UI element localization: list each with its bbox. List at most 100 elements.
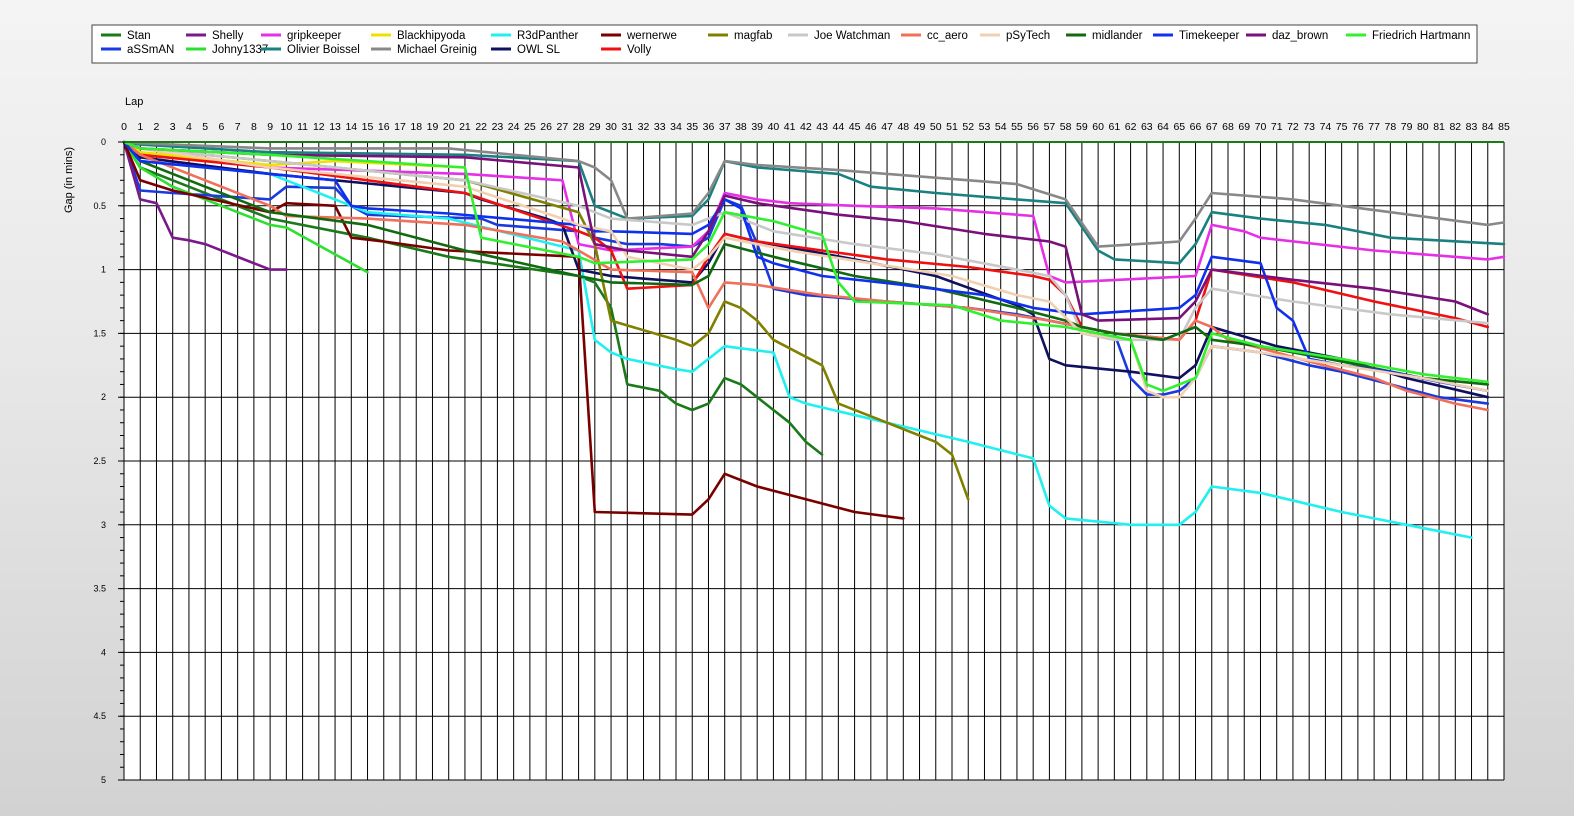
x-tick-label: 67: [1206, 121, 1218, 133]
x-tick-label: 3: [170, 121, 176, 133]
x-tick-label: 22: [475, 121, 487, 133]
x-tick-label: 73: [1303, 121, 1315, 133]
y-tick-label: 0.5: [93, 201, 106, 211]
x-tick-label: 83: [1466, 121, 1478, 133]
x-tick-label: 20: [443, 121, 455, 133]
x-tick-label: 69: [1238, 121, 1250, 133]
x-tick-label: 49: [914, 121, 926, 133]
legend-label: Timekeeper: [1179, 30, 1239, 42]
x-tick-label: 1: [137, 121, 143, 133]
x-tick-label: 9: [267, 121, 273, 133]
x-tick-label: 66: [1190, 121, 1202, 133]
legend-label: Johny1337: [212, 44, 268, 56]
x-tick-label: 32: [638, 121, 650, 133]
x-tick-label: 80: [1417, 121, 1429, 133]
x-tick-label: 70: [1255, 121, 1267, 133]
legend-label: OWL SL: [517, 44, 561, 56]
x-tick-label: 2: [154, 121, 160, 133]
lap-gap-chart: Stan aSSmAN Shelly Johny1337 gripkeeper Olivi…: [63, 24, 1510, 785]
legend-label: daz_brown: [1272, 30, 1328, 42]
y-tick-label: 5: [101, 775, 106, 785]
x-tick-label: 0: [121, 121, 127, 133]
x-tick-label: 12: [313, 121, 325, 133]
x-tick-label: 46: [865, 121, 877, 133]
x-tick-label: 13: [329, 121, 341, 133]
x-tick-label: 81: [1433, 121, 1445, 133]
x-tick-label: 68: [1222, 121, 1234, 133]
x-tick-label: 37: [719, 121, 731, 133]
x-tick-label: 29: [589, 121, 601, 133]
legend-label: Michael Greinig: [397, 44, 477, 56]
x-tick-label: 55: [1011, 121, 1023, 133]
x-tick-label: 23: [492, 121, 504, 133]
x-tick-label: 78: [1385, 121, 1397, 133]
x-tick-label: 16: [378, 121, 390, 133]
x-tick-label: 24: [508, 121, 520, 133]
x-tick-label: 18: [410, 121, 422, 133]
x-tick-label: 60: [1092, 121, 1104, 133]
x-tick-label: 59: [1076, 121, 1088, 133]
legend-label: Friedrich Hartmann: [1372, 30, 1470, 42]
x-tick-label: 85: [1498, 121, 1510, 133]
y-tick-label: 4: [101, 647, 106, 657]
legend-label: Joe Watchman: [814, 30, 890, 42]
y-tick-label: 0: [101, 137, 106, 147]
legend-label: Volly: [627, 44, 652, 56]
x-tick-label: 36: [703, 121, 715, 133]
x-tick-label: 21: [459, 121, 471, 133]
x-tick-label: 54: [995, 121, 1007, 133]
legend-label: Olivier Boissel: [287, 44, 360, 56]
x-tick-label: 42: [800, 121, 812, 133]
x-tick-label: 65: [1173, 121, 1185, 133]
x-tick-label: 34: [670, 121, 682, 133]
x-tick-label: 40: [768, 121, 780, 133]
x-tick-label: 39: [751, 121, 763, 133]
y-tick-label: 3: [101, 520, 106, 530]
x-tick-label: 19: [427, 121, 439, 133]
x-tick-label: 8: [251, 121, 257, 133]
x-tick-label: 63: [1141, 121, 1153, 133]
y-tick-label: 1.5: [93, 328, 106, 338]
y-tick-label: 2.5: [93, 456, 106, 466]
x-tick-label: 62: [1125, 121, 1137, 133]
x-tick-label: 72: [1287, 121, 1299, 133]
x-tick-label: 51: [946, 121, 958, 133]
x-tick-label: 11: [297, 121, 308, 133]
x-tick-label: 17: [394, 121, 406, 133]
legend-label: wernerwe: [626, 30, 677, 42]
x-tick-label: 58: [1060, 121, 1072, 133]
x-tick-label: 25: [524, 121, 536, 133]
x-tick-label: 48: [897, 121, 909, 133]
x-tick-label: 74: [1320, 121, 1332, 133]
x-tick-label: 61: [1109, 121, 1121, 133]
x-tick-label: 84: [1482, 121, 1494, 133]
x-tick-label: 52: [962, 121, 974, 133]
x-tick-label: 41: [784, 121, 796, 133]
x-tick-label: 71: [1271, 121, 1283, 133]
legend-label: aSSmAN: [127, 44, 174, 56]
x-tick-label: 77: [1368, 121, 1380, 133]
x-tick-label: 45: [849, 121, 861, 133]
x-tick-label: 31: [621, 121, 633, 133]
y-tick-label: 3.5: [93, 584, 106, 594]
x-tick-label: 38: [735, 121, 747, 133]
y-tick-label: 4.5: [93, 711, 106, 721]
x-tick-label: 75: [1336, 121, 1348, 133]
x-tick-label: 7: [235, 121, 241, 133]
x-tick-label: 47: [881, 121, 893, 133]
legend-label: Blackhipyoda: [397, 30, 466, 42]
legend-label: Shelly: [212, 30, 244, 42]
legend-label: gripkeeper: [287, 30, 342, 42]
x-tick-label: 43: [816, 121, 828, 133]
x-tick-label: 64: [1157, 121, 1169, 133]
x-tick-label: 82: [1449, 121, 1461, 133]
x-tick-label: 30: [605, 121, 617, 133]
x-tick-label: 53: [979, 121, 991, 133]
x-axis-title: Lap: [125, 96, 143, 108]
x-tick-label: 44: [833, 121, 845, 133]
legend-label: cc_aero: [927, 30, 968, 42]
legend-label: magfab: [734, 30, 772, 42]
x-tick-label: 10: [281, 121, 293, 133]
y-tick-label: 2: [101, 392, 106, 402]
x-tick-label: 4: [186, 121, 192, 133]
